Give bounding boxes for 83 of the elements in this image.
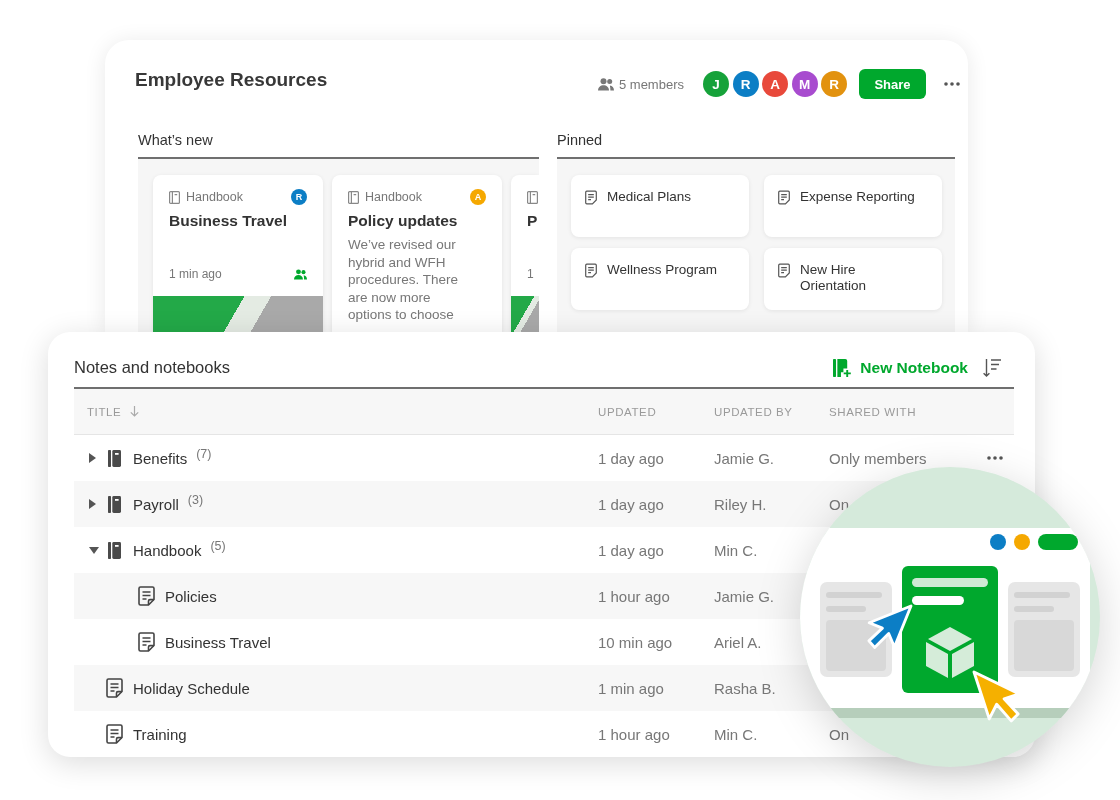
updated-cell: 1 day ago	[598, 449, 664, 467]
shared-with-cell: On	[829, 495, 849, 513]
updated-by-cell: Min C.	[714, 725, 758, 743]
note-icon	[778, 190, 790, 205]
more-icon[interactable]	[987, 456, 1003, 460]
pinned-title: Expense Reporting	[800, 189, 916, 205]
caret-icon[interactable]	[89, 546, 99, 554]
member-avatar: R	[732, 71, 759, 97]
note-icon	[106, 678, 123, 698]
updated-by-cell: Rasha B.	[714, 679, 776, 697]
note-card[interactable]: Handbook A Policy updates We’ve revised our hybrid and WFH procedures. There are now more options to choose	[332, 175, 502, 332]
members-button[interactable]: 5 members	[597, 76, 684, 92]
note-card[interactable]: Handbook R Business Travel 1 min ago	[153, 175, 323, 332]
pinned-card[interactable]: New Hire Orientation	[764, 248, 942, 310]
notebook-icon	[527, 190, 538, 204]
updated-cell: 10 min ago	[598, 633, 673, 651]
item-count: (5)	[210, 539, 226, 553]
item-count: (3)	[187, 493, 204, 507]
people-icon	[597, 77, 614, 91]
notebook-label: Handbook	[186, 190, 243, 204]
cursor-icon	[867, 604, 913, 649]
pinned-title: New Hire Orientation	[800, 262, 868, 294]
more-icon[interactable]	[944, 82, 960, 86]
updated-by-cell: Jamie G.	[714, 449, 774, 467]
note-icon	[585, 190, 597, 205]
row-title[interactable]: Benefits	[133, 449, 188, 467]
window-pill-icon	[1038, 534, 1078, 550]
sort-icon[interactable]	[983, 357, 1001, 378]
updated-cell: 1 day ago	[598, 541, 664, 559]
updated-by-cell: Jamie G.	[714, 587, 774, 605]
card-time: 1 min ago	[169, 267, 222, 281]
updated-by-cell: Riley H.	[714, 495, 767, 513]
member-avatar: M	[791, 71, 818, 97]
window-dot-icon	[990, 534, 1006, 550]
note-icon	[778, 263, 790, 278]
note-card[interactable]: P 1	[511, 175, 539, 332]
list-title: Notes and notebooks	[74, 358, 230, 377]
member-avatar: J	[703, 71, 729, 97]
card-excerpt: We’ve revised our hybrid and WFH procedures. There are now more options to choose	[348, 236, 460, 324]
notebook-icon	[108, 541, 121, 559]
shared-with-cell: Only members	[829, 449, 927, 467]
card-title: P	[527, 211, 539, 231]
updated-cell: 1 min ago	[598, 679, 664, 697]
cube-icon	[926, 627, 974, 678]
notebook-label: Handbook	[365, 190, 422, 204]
author-avatar: A	[470, 189, 486, 205]
note-icon	[106, 724, 123, 744]
shared-with-cell: On	[829, 725, 849, 743]
note-icon	[138, 586, 155, 606]
pinned-title: Wellness Program	[607, 262, 719, 278]
workspace-title: Employee Resources	[135, 69, 328, 91]
updated-cell: 1 hour ago	[598, 587, 670, 605]
row-title[interactable]: Payroll	[133, 495, 179, 513]
row-title[interactable]: Business Travel	[165, 633, 271, 651]
member-avatar: A	[762, 71, 788, 97]
notebook-icon	[108, 449, 121, 467]
row-title[interactable]: Holiday Schedule	[133, 679, 250, 697]
pinned-card[interactable]: Medical Plans	[571, 175, 749, 237]
pinned-title: Medical Plans	[607, 189, 693, 205]
notebook-plus-icon	[833, 358, 852, 377]
window-dot-icon	[1014, 534, 1030, 550]
item-count: (7)	[196, 447, 212, 461]
note-icon	[585, 263, 597, 278]
updated-by-cell: Min C.	[714, 541, 758, 559]
card-time: 1	[527, 267, 534, 281]
notebook-icon	[169, 190, 180, 204]
card-title: Business Travel	[169, 211, 289, 231]
notebook-icon	[348, 190, 359, 204]
updated-cell: 1 day ago	[598, 495, 664, 513]
pinned-card[interactable]: Expense Reporting	[764, 175, 942, 237]
note-icon	[138, 632, 155, 652]
row-title[interactable]: Training	[133, 725, 187, 743]
caret-icon[interactable]	[89, 453, 96, 463]
member-avatar: R	[821, 71, 847, 97]
updated-by-cell: Ariel A.	[714, 633, 762, 651]
row-title[interactable]: Handbook	[133, 541, 202, 559]
notebook-icon	[108, 495, 121, 513]
author-avatar: R	[291, 189, 307, 205]
row-title[interactable]: Policies	[165, 587, 217, 605]
updated-cell: 1 hour ago	[598, 725, 670, 743]
card-title: Policy updates	[348, 211, 459, 231]
pinned-card[interactable]: Wellness Program	[571, 248, 749, 310]
caret-icon[interactable]	[89, 499, 96, 509]
